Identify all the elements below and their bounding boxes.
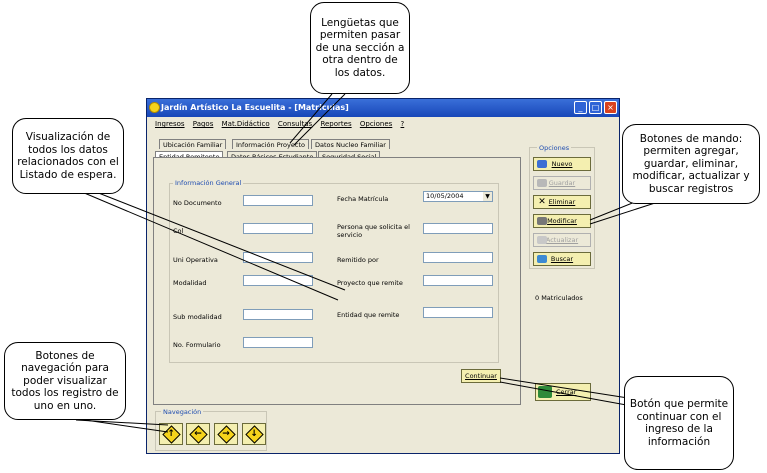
callout-navigation: Botones de navegación para poder visuali… — [4, 342, 126, 420]
callout-tabs: Lengüetas que permiten pasar de una secc… — [310, 2, 410, 94]
callout-visualization: Visualización de todos los datos relacio… — [12, 118, 124, 194]
callout-command-buttons: Botones de mando: permiten agregar, guar… — [622, 124, 760, 204]
callout-continue: Botón que permite continuar con el ingre… — [624, 376, 734, 470]
